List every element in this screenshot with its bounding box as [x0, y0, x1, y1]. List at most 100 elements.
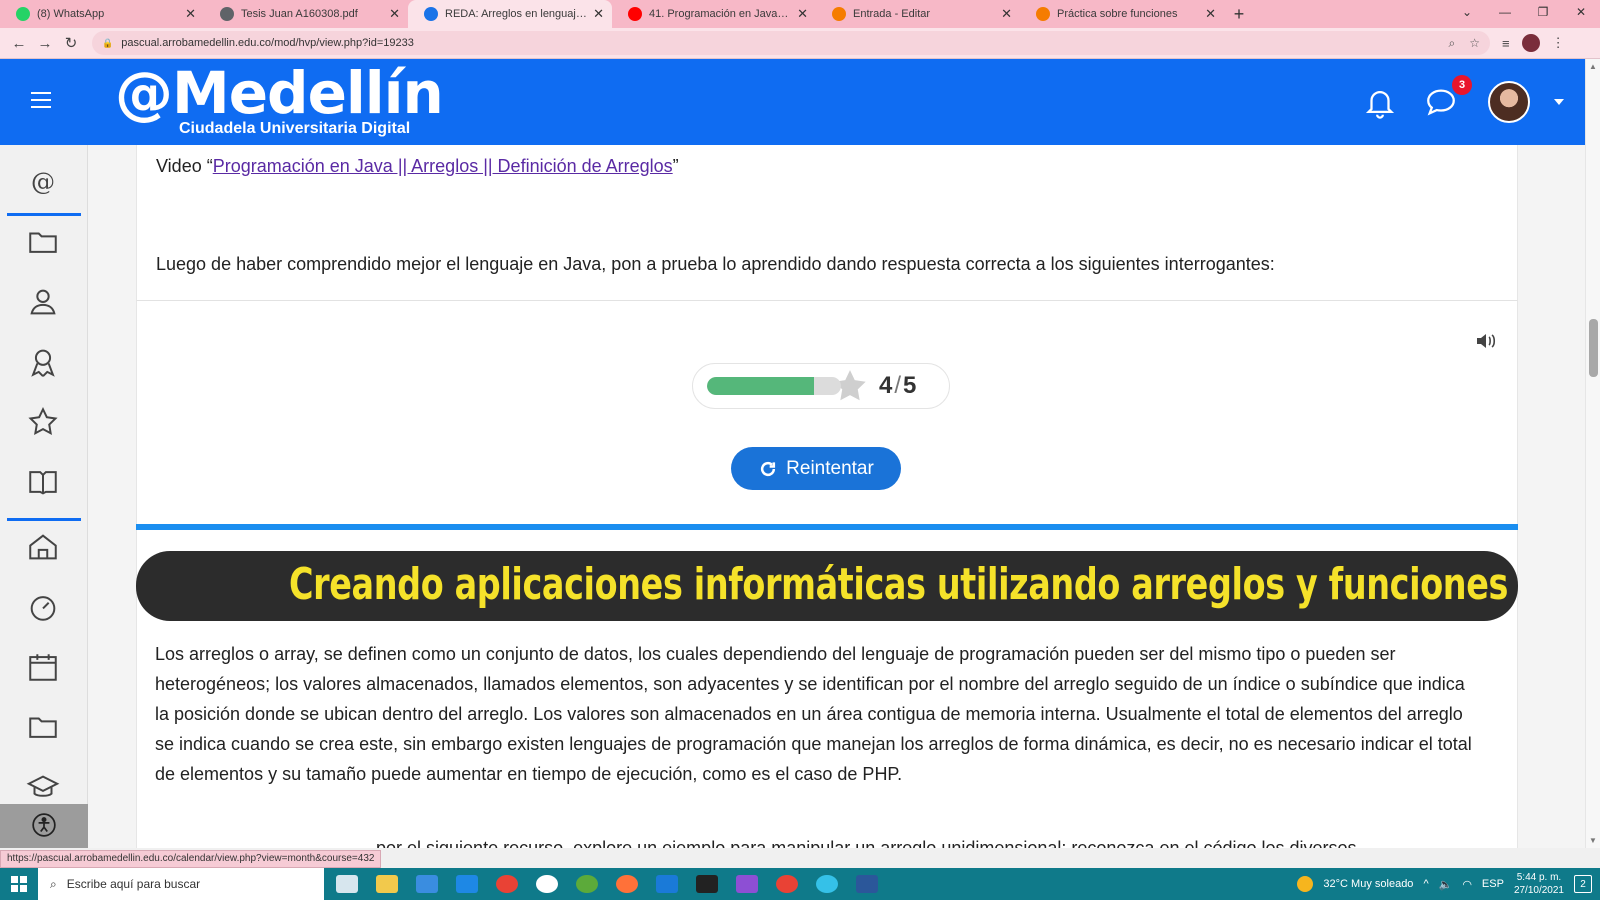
scroll-up-icon[interactable]: ▲ — [1589, 62, 1597, 71]
forward-button[interactable]: → — [32, 35, 58, 52]
tab-close-icon[interactable]: ✕ — [593, 6, 604, 22]
tab-close-icon[interactable]: ✕ — [389, 6, 400, 22]
browser-tab[interactable]: Práctica sobre funciones ✕ — [1020, 0, 1224, 28]
tab-search-icon[interactable]: ⌄ — [1448, 0, 1486, 24]
window-controls: ⌄ — ❐ ✕ — [1448, 0, 1600, 28]
url-text: pascual.arrobamedellin.edu.co/mod/hvp/vi… — [121, 37, 414, 49]
scroll-down-icon[interactable]: ▼ — [1589, 836, 1597, 845]
content-card: Video “Programación en Java || Arreglos … — [136, 145, 1518, 300]
user-menu-chevron-icon[interactable] — [1554, 99, 1564, 105]
bookmark-star-icon[interactable]: ☆ — [1469, 36, 1480, 50]
back-button[interactable]: ← — [6, 35, 32, 52]
weather-sun-icon[interactable] — [1297, 876, 1314, 892]
taskbar-search-input[interactable]: ⌕ Escribe aquí para buscar — [38, 868, 324, 900]
browser-tab[interactable]: Entrada - Editar ✕ — [816, 0, 1020, 28]
minimize-button[interactable]: — — [1486, 0, 1524, 24]
tab-title: Entrada - Editar — [853, 8, 931, 20]
tab-close-icon[interactable]: ✕ — [1001, 6, 1012, 22]
zoom-icon[interactable]: ⌕ — [1449, 36, 1456, 51]
browser-tab-strip: (8) WhatsApp ✕ Tesis Juan A160308.pdf ✕ REDA… — [0, 0, 1600, 28]
tab-favicon-icon — [832, 7, 846, 21]
task-view-icon[interactable] — [336, 875, 358, 893]
game-icon[interactable] — [576, 875, 598, 893]
left-sidebar: @ — [0, 145, 88, 848]
graduation-cap-icon[interactable] — [26, 771, 60, 805]
xbox-icon[interactable] — [536, 875, 558, 893]
system-tray: 32°C Muy soleado ^ 🔈 ◠ ESP 5:44 p. m. 27… — [1297, 868, 1600, 900]
notifications-bell-icon[interactable] — [1363, 85, 1397, 119]
dashboard-gauge-icon[interactable] — [26, 590, 60, 624]
book-icon[interactable] — [26, 465, 60, 499]
messages-badge: 3 — [1452, 75, 1472, 95]
reload-button[interactable]: ↻ — [58, 34, 84, 52]
accessibility-icon[interactable] — [31, 812, 57, 838]
at-sign-icon[interactable]: @ — [26, 165, 60, 199]
store-icon[interactable] — [416, 875, 438, 893]
browser-tab[interactable]: REDA: Arreglos en lenguaje de p ✕ — [408, 0, 612, 28]
tab-favicon-icon — [1036, 7, 1050, 21]
visual-studio-icon[interactable] — [736, 875, 758, 893]
section-banner: Creando aplicaciones informáticas utiliz… — [136, 551, 1518, 621]
word-icon[interactable] — [856, 875, 878, 893]
new-tab-button[interactable]: + — [1224, 0, 1254, 28]
browser-tab[interactable]: 41. Programación en Java || Arreg ✕ — [612, 0, 816, 28]
browser-menu-icon[interactable]: ⋮ — [1552, 35, 1565, 51]
weather-text[interactable]: 32°C Muy soleado — [1323, 878, 1413, 890]
retry-button[interactable]: Reintentar — [731, 447, 901, 490]
clock[interactable]: 5:44 p. m. 27/10/2021 — [1514, 871, 1564, 897]
profile-avatar[interactable] — [1521, 34, 1540, 52]
user-avatar[interactable] — [1488, 81, 1530, 123]
chrome-active-icon[interactable] — [776, 875, 798, 893]
file-explorer-icon[interactable] — [376, 875, 398, 893]
menu-toggle-icon[interactable] — [31, 92, 51, 108]
tray-chevron-icon[interactable]: ^ — [1423, 878, 1428, 890]
close-window-button[interactable]: ✕ — [1562, 0, 1600, 24]
score-indicator: 4/5 — [692, 363, 950, 409]
video-line: Video “Programación en Java || Arreglos … — [156, 156, 679, 176]
users-icon[interactable] — [26, 285, 60, 319]
wifi-icon[interactable]: ◠ — [1462, 878, 1472, 891]
tab-favicon-icon — [424, 7, 438, 21]
score-progress-bar — [707, 377, 841, 395]
site-logo[interactable]: @Medellín Ciudadela Universitaria Digita… — [115, 63, 444, 137]
windows-start-icon[interactable] — [0, 868, 38, 900]
video-link[interactable]: Programación en Java || Arreglos || Defi… — [213, 156, 673, 176]
language-indicator[interactable]: ESP — [1482, 878, 1504, 890]
tab-close-icon[interactable]: ✕ — [797, 6, 808, 22]
restore-button[interactable]: ❐ — [1524, 0, 1562, 24]
url-input[interactable]: 🔒 pascual.arrobamedellin.edu.co/mod/hvp/… — [92, 31, 1490, 55]
home-icon[interactable] — [26, 530, 60, 564]
volume-icon[interactable]: 🔈 — [1439, 878, 1453, 891]
reading-list-icon[interactable]: ≡ — [1502, 36, 1510, 51]
scrollbar-thumb[interactable] — [1589, 319, 1598, 377]
browser-tab[interactable]: (8) WhatsApp ✕ — [0, 0, 204, 28]
edge-icon[interactable] — [816, 875, 838, 893]
tab-favicon-icon — [628, 7, 642, 21]
folder-icon[interactable] — [26, 225, 60, 259]
badge-award-icon[interactable] — [26, 345, 60, 379]
epic-games-icon[interactable] — [696, 875, 718, 893]
accessibility-panel[interactable] — [0, 804, 88, 848]
tab-close-icon[interactable]: ✕ — [185, 6, 196, 22]
firefox-icon[interactable] — [616, 875, 638, 893]
notification-center-icon[interactable]: 2 — [1574, 875, 1592, 893]
status-url: https://pascual.arrobamedellin.edu.co/ca… — [0, 850, 382, 868]
calendar-icon[interactable] — [26, 650, 60, 684]
chrome-icon[interactable] — [496, 875, 518, 893]
windows-taskbar: ⌕ Escribe aquí para buscar 32°C Muy sole… — [0, 868, 1600, 900]
tab-title: 41. Programación en Java || Arreg — [649, 8, 791, 20]
tab-favicon-icon — [220, 7, 234, 21]
h5p-quiz-panel: 4/5 Reintentar — [136, 300, 1518, 524]
address-bar: ← → ↻ 🔒 pascual.arrobamedellin.edu.co/mo… — [0, 28, 1600, 59]
browser-tab[interactable]: Tesis Juan A160308.pdf ✕ — [204, 0, 408, 28]
speaker-icon[interactable] — [1473, 329, 1499, 353]
vscode-icon[interactable] — [656, 875, 678, 893]
tab-favicon-icon — [16, 7, 30, 21]
banner-title: Creando aplicaciones informáticas utiliz… — [288, 559, 1508, 610]
star-icon[interactable] — [26, 405, 60, 439]
tab-close-icon[interactable]: ✕ — [1205, 6, 1216, 22]
lock-icon: 🔒 — [102, 37, 114, 48]
mail-icon[interactable] — [456, 875, 478, 893]
page-scrollbar[interactable]: ▲ ▼ — [1585, 59, 1600, 848]
folder-icon[interactable] — [26, 710, 60, 744]
